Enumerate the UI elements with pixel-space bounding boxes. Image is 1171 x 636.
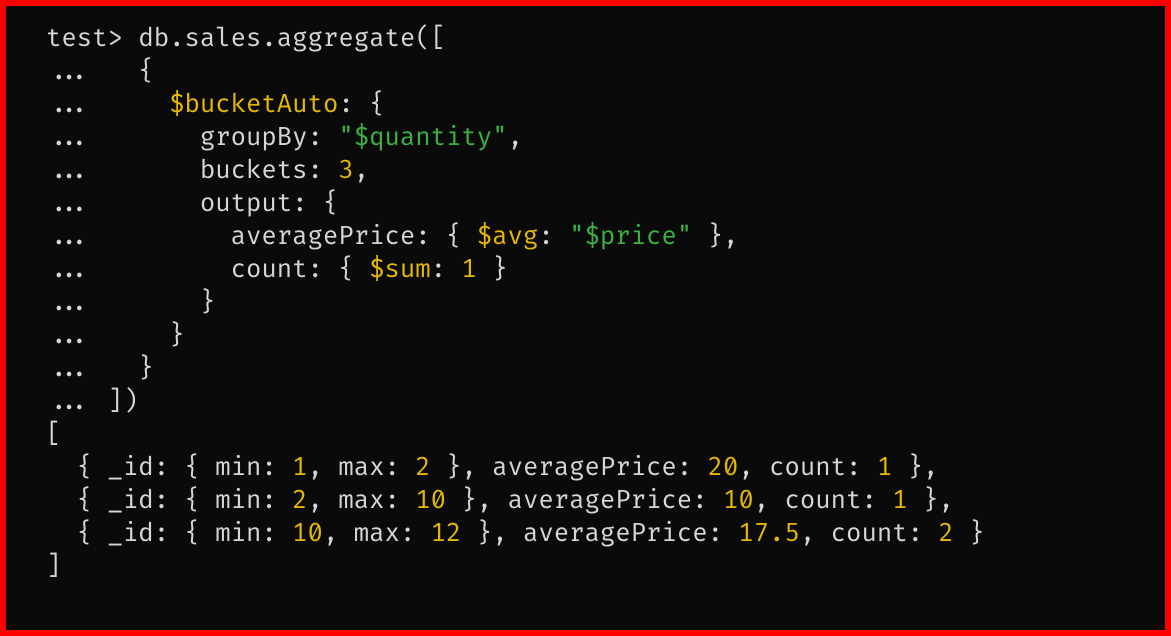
result-number: 17.5 (738, 518, 800, 549)
operator-sum: $sum (369, 254, 431, 285)
result-row: }, averagePrice: (431, 452, 708, 483)
continuation-prompt: ... (46, 221, 92, 252)
result-row: , count: (800, 518, 938, 549)
code-line: , (508, 122, 523, 153)
result-row: { _id: { min: (46, 452, 292, 483)
result-number: 12 (431, 518, 462, 549)
code-line: } (92, 353, 154, 384)
continuation-prompt: ... (46, 89, 92, 120)
command-text: db.sales.aggregate([ (138, 23, 446, 54)
result-number: 10 (415, 485, 446, 516)
code-line (92, 89, 169, 120)
continuation-prompt: ... (46, 386, 92, 417)
result-row: , max: (323, 518, 431, 549)
code-line: } (92, 287, 215, 318)
result-row: , max: (308, 485, 416, 516)
code-line: groupBy: (92, 122, 338, 153)
continuation-prompt: ... (46, 56, 92, 87)
terminal-window[interactable]: test> db.sales.aggregate([ ... { ... $bu… (6, 6, 1165, 630)
result-number: 10 (292, 518, 323, 549)
code-line: output: { (92, 188, 338, 219)
shell-prompt: test> (46, 23, 123, 54)
result-row: { _id: { min: (46, 518, 292, 549)
code-line: count: { (92, 254, 369, 285)
result-row: , max: (308, 452, 416, 483)
code-line: : { (338, 89, 384, 120)
code-line: buckets: (92, 155, 338, 186)
result-row: }, averagePrice: (446, 485, 723, 516)
continuation-prompt: ... (46, 122, 92, 153)
terminal-content: test> db.sales.aggregate([ ... { ... $bu… (46, 22, 1125, 583)
continuation-prompt: ... (46, 353, 92, 384)
result-number: 20 (708, 452, 739, 483)
result-row: , count: (754, 485, 892, 516)
result-row: }, averagePrice: (461, 518, 738, 549)
continuation-prompt: ... (46, 254, 92, 285)
code-line: } (477, 254, 508, 285)
continuation-prompt: ... (46, 155, 92, 186)
result-row: { _id: { min: (46, 485, 292, 516)
output-bracket-open: [ (46, 419, 61, 450)
code-line: averagePrice: { (92, 221, 477, 252)
continuation-prompt: ... (46, 287, 92, 318)
string-price: "$price" (569, 221, 692, 252)
result-row: , count: (738, 452, 876, 483)
operator-bucketauto: $bucketAuto (169, 89, 338, 120)
code-line: : (431, 254, 462, 285)
result-number: 2 (415, 452, 430, 483)
code-line: : (538, 221, 569, 252)
result-row: }, (892, 452, 938, 483)
string-quantity: "$quantity" (338, 122, 507, 153)
result-row: }, (908, 485, 954, 516)
result-number: 2 (292, 485, 307, 516)
number-one: 1 (461, 254, 476, 285)
continuation-prompt: ... (46, 188, 92, 219)
result-row: } (954, 518, 985, 549)
result-number: 1 (892, 485, 907, 516)
code-line: , (354, 155, 369, 186)
result-number: 2 (938, 518, 953, 549)
result-number: 1 (877, 452, 892, 483)
result-number: 10 (723, 485, 754, 516)
code-line: ]) (92, 386, 138, 417)
code-line: }, (692, 221, 738, 252)
output-bracket-close: ] (46, 551, 61, 582)
operator-avg: $avg (477, 221, 539, 252)
continuation-prompt: ... (46, 320, 92, 351)
code-line: } (92, 320, 184, 351)
result-number: 1 (292, 452, 307, 483)
code-line: { (92, 56, 154, 87)
number-buckets: 3 (338, 155, 353, 186)
